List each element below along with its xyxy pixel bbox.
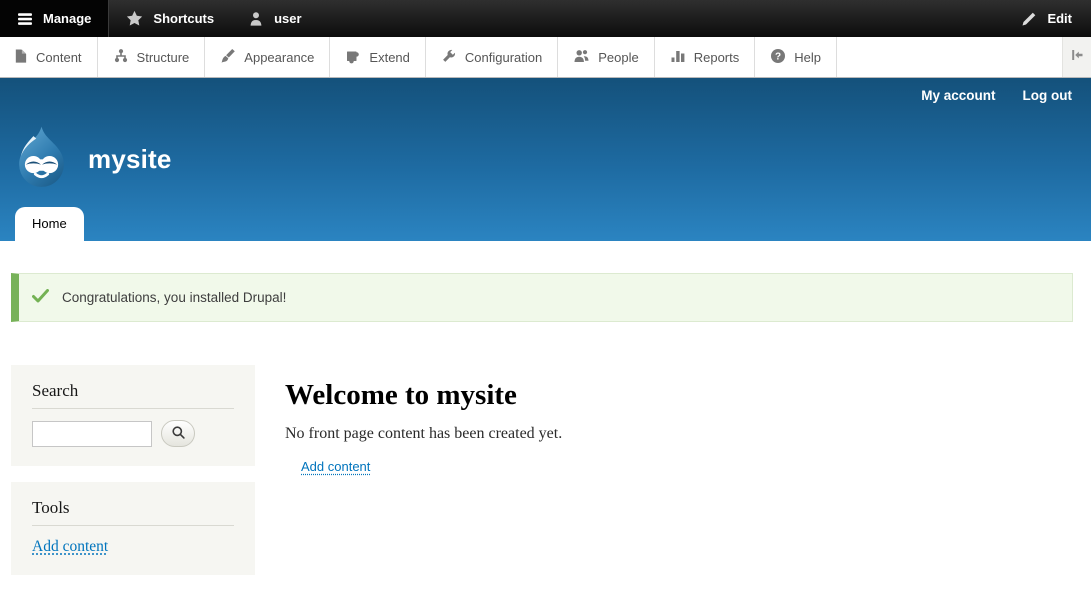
toolbar-tab-manage[interactable]: Manage — [0, 0, 109, 37]
sidebar: Search Tools Add content — [11, 365, 255, 591]
menu-item-label: Extend — [369, 50, 409, 65]
magnifier-icon — [171, 425, 186, 443]
search-form — [32, 420, 234, 447]
menu-item-label: Appearance — [244, 50, 314, 65]
collapse-arrow-icon — [1069, 47, 1085, 68]
tools-block-title: Tools — [32, 498, 234, 526]
status-message-text: Congratulations, you installed Drupal! — [62, 290, 286, 305]
menu-item-content[interactable]: Content — [0, 37, 98, 77]
toolbar-tab-label: Edit — [1047, 11, 1072, 26]
menu-item-reports[interactable]: Reports — [655, 37, 756, 77]
add-content-link[interactable]: Add content — [301, 459, 370, 474]
menu-item-label: Configuration — [465, 50, 542, 65]
menu-item-label: Content — [36, 50, 82, 65]
extend-icon — [345, 48, 361, 67]
toolbar-tab-label: user — [274, 11, 301, 26]
action-links: Add content — [285, 458, 1073, 476]
toolbar-tab-user[interactable]: user — [231, 0, 318, 37]
content-icon — [13, 48, 28, 67]
site-name: mysite — [88, 144, 172, 175]
menu-item-appearance[interactable]: Appearance — [205, 37, 330, 77]
toolbar-tab-edit[interactable]: Edit — [1004, 0, 1091, 37]
tab-home[interactable]: Home — [15, 207, 84, 241]
site-branding[interactable]: mysite — [13, 125, 172, 193]
star-icon — [126, 10, 143, 27]
search-submit-button[interactable] — [161, 420, 195, 447]
page-title: Welcome to mysite — [285, 379, 1073, 412]
menu-item-help[interactable]: ? Help — [755, 37, 837, 77]
status-message: Congratulations, you installed Drupal! — [11, 273, 1073, 322]
svg-text:?: ? — [775, 51, 781, 62]
main-content: Congratulations, you installed Drupal! S… — [0, 273, 1091, 591]
tray-collapse-button[interactable] — [1062, 37, 1091, 77]
hamburger-icon — [17, 11, 33, 27]
checkmark-icon — [32, 289, 49, 306]
menu-item-label: Help — [794, 50, 821, 65]
my-account-link[interactable]: My account — [921, 88, 995, 103]
drupal-logo — [13, 125, 70, 193]
page-layout: Search Tools Add content Welcome to mysi… — [11, 365, 1073, 591]
log-out-link[interactable]: Log out — [1023, 88, 1072, 103]
toolbar-tab-shortcuts[interactable]: Shortcuts — [109, 0, 231, 37]
toolbar-tab-label: Shortcuts — [153, 11, 214, 26]
user-icon — [248, 11, 264, 27]
site-header: My account Log out — [0, 78, 1091, 241]
help-icon: ? — [770, 48, 786, 67]
menu-item-extend[interactable]: Extend — [330, 37, 425, 77]
sidebar-add-content-link[interactable]: Add content — [32, 538, 108, 556]
content-region: Welcome to mysite No front page content … — [285, 365, 1073, 476]
tools-block: Tools Add content — [11, 482, 255, 575]
menu-item-label: People — [598, 50, 638, 65]
list-item: Add content — [301, 458, 1073, 476]
people-icon — [573, 48, 590, 67]
pencil-icon — [1021, 11, 1037, 27]
admin-menu-tray: Content Structure Appearance Extend Conf… — [0, 37, 1091, 78]
toolbar-tab-label: Manage — [43, 11, 91, 26]
secondary-menu: My account Log out — [921, 88, 1072, 103]
search-block: Search — [11, 365, 255, 466]
search-block-title: Search — [32, 381, 234, 409]
admin-toolbar: Manage Shortcuts user Edit — [0, 0, 1091, 37]
configuration-icon — [441, 48, 457, 67]
menu-item-configuration[interactable]: Configuration — [426, 37, 558, 77]
appearance-icon — [220, 48, 236, 67]
menu-item-label: Reports — [694, 50, 740, 65]
reports-icon — [670, 48, 686, 67]
search-input[interactable] — [32, 421, 152, 447]
structure-icon — [113, 48, 129, 67]
menu-item-people[interactable]: People — [558, 37, 654, 77]
menu-item-label: Structure — [137, 50, 190, 65]
empty-frontpage-message: No front page content has been created y… — [285, 425, 1073, 443]
menu-item-structure[interactable]: Structure — [98, 37, 206, 77]
